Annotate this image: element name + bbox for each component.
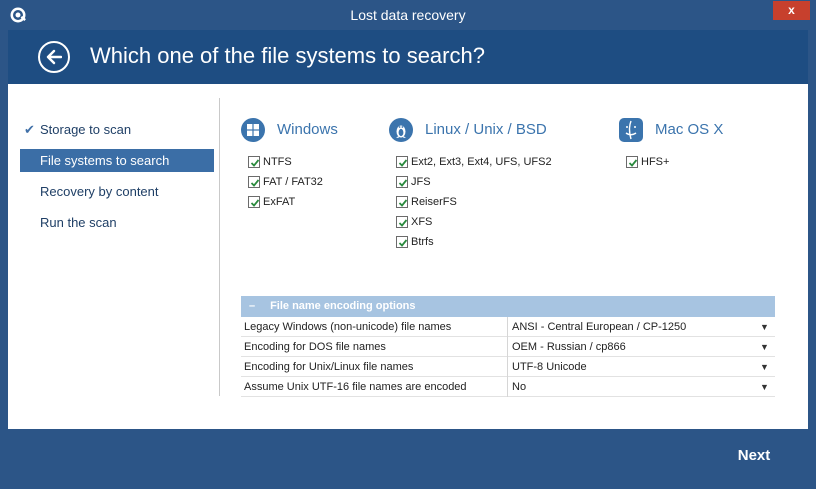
- app-window: Lost data recovery x Which one of the fi…: [0, 0, 816, 489]
- checkbox-checked[interactable]: [396, 216, 408, 228]
- checkmark-icon: ✔: [24, 122, 35, 137]
- dropdown-arrow-icon[interactable]: ▼: [760, 357, 769, 377]
- fs-item-label: ExFAT: [263, 196, 296, 208]
- encoding-options-header[interactable]: – File name encoding options: [241, 296, 775, 317]
- fs-item-hfs-plus[interactable]: HFS+: [619, 155, 669, 175]
- fs-group-title: Windows: [277, 121, 338, 138]
- fs-item-xfs[interactable]: XFS: [389, 215, 552, 235]
- fs-item-label: JFS: [411, 176, 431, 188]
- windows-logo-icon: [241, 118, 265, 142]
- encoding-row-label: Assume Unix UTF-16 file names are encode…: [244, 381, 467, 393]
- linux-penguin-icon: [389, 118, 413, 142]
- page-header: Which one of the file systems to search?: [8, 30, 808, 84]
- window-title: Lost data recovery: [350, 7, 466, 23]
- checkbox-checked[interactable]: [396, 196, 408, 208]
- fs-item-ntfs[interactable]: NTFS: [241, 155, 323, 175]
- fs-item-exfat[interactable]: ExFAT: [241, 195, 323, 215]
- step-recovery-by-content[interactable]: Recovery by content: [20, 180, 214, 203]
- checkbox-checked[interactable]: [396, 176, 408, 188]
- fs-item-label: XFS: [411, 216, 433, 228]
- step-file-systems-to-search[interactable]: File systems to search: [20, 149, 214, 172]
- fs-item-jfs[interactable]: JFS: [389, 175, 552, 195]
- fs-item-ext[interactable]: Ext2, Ext3, Ext4, UFS, UFS2: [389, 155, 552, 175]
- encoding-row-label: Legacy Windows (non-unicode) file names: [244, 321, 452, 333]
- encoding-options-panel: – File name encoding options Legacy Wind…: [241, 296, 775, 397]
- page-title: Which one of the file systems to search?: [90, 43, 485, 68]
- fs-item-label: Ext2, Ext3, Ext4, UFS, UFS2: [411, 156, 552, 168]
- step-storage-to-scan[interactable]: ✔ Storage to scan: [20, 118, 214, 141]
- mac-finder-icon: [619, 118, 643, 142]
- next-button[interactable]: Next: [724, 445, 784, 467]
- encoding-row: Encoding for DOS file names OEM - Russia…: [241, 337, 775, 357]
- fs-group-windows: Windows NTFS FAT / FAT32 ExFAT: [241, 118, 338, 215]
- fs-group-linux: Linux / Unix / BSD Ext2, Ext3, Ext4, UFS…: [389, 118, 552, 255]
- close-button[interactable]: x: [773, 1, 810, 20]
- fs-group-mac: Mac OS X HFS+: [619, 118, 723, 175]
- fs-item-label: FAT / FAT32: [263, 176, 323, 188]
- dropdown-arrow-icon[interactable]: ▼: [760, 337, 769, 357]
- encoding-select[interactable]: ANSI - Central European / CP-1250: [512, 317, 752, 337]
- arrow-left-icon: [46, 49, 62, 65]
- back-button[interactable]: [38, 41, 70, 73]
- checkbox-checked[interactable]: [396, 236, 408, 248]
- encoding-row-label: Encoding for Unix/Linux file names: [244, 361, 414, 373]
- encoding-row: Legacy Windows (non-unicode) file names …: [241, 317, 775, 337]
- fs-item-label: Btrfs: [411, 236, 434, 248]
- checkbox-checked[interactable]: [248, 176, 260, 188]
- step-label: Storage to scan: [40, 122, 132, 137]
- encoding-select[interactable]: No: [512, 377, 752, 397]
- main-content: ✔ Storage to scan File systems to search…: [8, 84, 808, 429]
- title-bar: Lost data recovery x: [0, 0, 816, 30]
- fs-group-title: Linux / Unix / BSD: [425, 121, 547, 138]
- checkbox-checked[interactable]: [626, 156, 638, 168]
- vertical-divider: [219, 98, 220, 396]
- encoding-row: Encoding for Unix/Linux file names UTF-8…: [241, 357, 775, 377]
- fs-item-reiserfs[interactable]: ReiserFS: [389, 195, 552, 215]
- fs-item-label: NTFS: [263, 156, 292, 168]
- encoding-options-title: File name encoding options: [270, 300, 416, 312]
- step-label: Run the scan: [40, 215, 117, 230]
- fs-item-btrfs[interactable]: Btrfs: [389, 235, 552, 255]
- wizard-steps: ✔ Storage to scan File systems to search…: [20, 118, 214, 242]
- checkbox-checked[interactable]: [248, 156, 260, 168]
- fs-group-title: Mac OS X: [655, 121, 724, 138]
- fs-item-label: HFS+: [641, 156, 670, 168]
- fs-item-label: ReiserFS: [411, 196, 457, 208]
- step-label: File systems to search: [40, 153, 170, 168]
- fs-item-fat32[interactable]: FAT / FAT32: [241, 175, 323, 195]
- encoding-select[interactable]: OEM - Russian / cp866: [512, 337, 752, 357]
- collapse-icon[interactable]: –: [249, 296, 267, 317]
- dropdown-arrow-icon[interactable]: ▼: [760, 317, 769, 337]
- dropdown-arrow-icon[interactable]: ▼: [760, 377, 769, 397]
- encoding-row-label: Encoding for DOS file names: [244, 341, 386, 353]
- encoding-row: Assume Unix UTF-16 file names are encode…: [241, 377, 775, 397]
- encoding-select[interactable]: UTF-8 Unicode: [512, 357, 752, 377]
- checkbox-checked[interactable]: [248, 196, 260, 208]
- step-label: Recovery by content: [40, 184, 159, 199]
- checkbox-checked[interactable]: [396, 156, 408, 168]
- footer-bar: Next: [8, 429, 808, 481]
- step-run-the-scan[interactable]: Run the scan: [20, 211, 214, 234]
